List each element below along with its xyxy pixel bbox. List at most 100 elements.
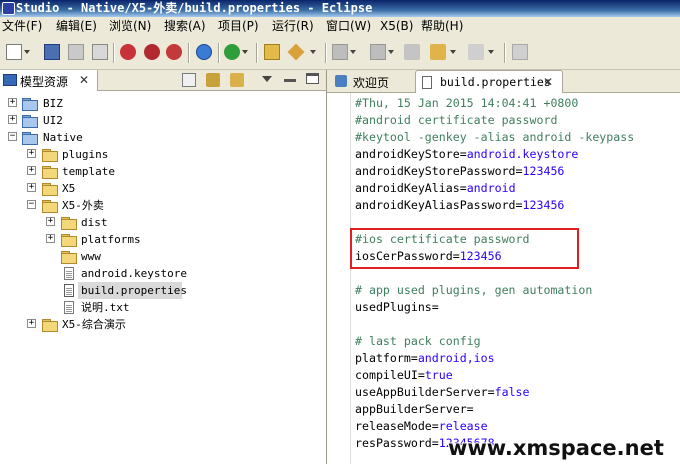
text-file-icon (64, 301, 74, 314)
watermark-text: www.xmspace.net (448, 436, 664, 460)
chevron-down-icon[interactable] (388, 50, 394, 54)
open-folder-icon[interactable] (264, 44, 280, 60)
maximize-icon[interactable] (306, 73, 319, 84)
menu-window[interactable]: 窗口(W) (326, 17, 371, 36)
expand-icon[interactable]: + (27, 183, 36, 192)
code-line: #android certificate password (355, 113, 558, 127)
tab-welcome[interactable]: 欢迎页 (329, 70, 413, 93)
tree-label: android.keystore (81, 267, 187, 280)
tree-label: Native (43, 131, 83, 144)
minimize-icon[interactable] (284, 79, 296, 82)
tree-label: X5-外卖 (62, 199, 104, 212)
expand-icon[interactable]: + (27, 319, 36, 328)
back-arrow-icon[interactable] (430, 44, 446, 60)
prev-annotation-icon[interactable] (370, 44, 386, 60)
code-line: platform=android,ios (355, 351, 495, 365)
collapse-icon[interactable]: − (27, 200, 36, 209)
code-line: # last pack config (355, 334, 481, 348)
run-server-icon[interactable] (196, 44, 212, 60)
chevron-down-icon[interactable] (310, 50, 316, 54)
chevron-down-icon[interactable] (242, 50, 248, 54)
properties-file-icon (64, 284, 74, 297)
collapse-icon[interactable]: − (8, 132, 17, 141)
bug-icon[interactable] (120, 44, 136, 60)
tree-label: X5-综合演示 (62, 318, 126, 331)
tree-label: template (62, 165, 115, 178)
menu-help[interactable]: 帮助(H) (421, 17, 463, 36)
next-annotation-icon[interactable] (332, 44, 348, 60)
toolbar-separator (113, 43, 115, 63)
close-icon[interactable]: ✕ (79, 74, 89, 86)
properties-file-icon (422, 76, 432, 89)
menu-x5[interactable]: X5(B) (380, 17, 413, 36)
debug-icon[interactable] (144, 44, 160, 60)
chevron-down-icon[interactable] (350, 50, 356, 54)
menu-file[interactable]: 文件(F) (2, 17, 42, 36)
menu-search[interactable]: 搜索(A) (164, 17, 206, 36)
tree-label: www (81, 250, 101, 263)
tab-model-resources[interactable]: 模型资源 ✕ (0, 70, 98, 91)
new-icon[interactable] (6, 44, 22, 60)
expand-icon[interactable]: + (46, 234, 55, 243)
code-line: androidKeyStore=android.keystore (355, 147, 579, 161)
expand-icon[interactable]: + (8, 115, 17, 124)
main-toolbar (0, 36, 680, 70)
tree-label: plugins (62, 148, 109, 161)
tab-label: 欢迎页 (353, 76, 390, 90)
tree-label: dist (81, 216, 108, 229)
expand-icon[interactable]: + (27, 166, 36, 175)
folder-icon (42, 200, 58, 213)
folder-icon (61, 217, 77, 230)
folder-icon (42, 149, 58, 162)
expand-icon[interactable]: + (46, 217, 55, 226)
project-folder-icon (22, 115, 38, 128)
run-icon[interactable] (224, 44, 240, 60)
menu-run[interactable]: 运行(R) (272, 17, 314, 36)
pin-icon[interactable] (512, 44, 528, 60)
window-title: Studio - Native/X5-外卖/build.properties -… (16, 1, 373, 15)
chevron-down-icon[interactable] (488, 50, 494, 54)
sync-icon[interactable] (230, 73, 244, 87)
project-folder-icon (22, 132, 38, 145)
folder-icon (61, 234, 77, 247)
title-bar: Studio - Native/X5-外卖/build.properties -… (0, 0, 680, 17)
view-menu-icon[interactable] (262, 76, 272, 82)
editor-tabs: 欢迎页 build.properties ✕ (327, 70, 680, 93)
menu-edit[interactable]: 编辑(E) (56, 17, 97, 36)
collapse-all-icon[interactable] (182, 73, 196, 87)
model-resources-view: 模型资源 ✕ + BIZ + UI2 − Native + plugins + … (0, 70, 327, 464)
tree-label: build.properties (81, 284, 187, 297)
resource-tree: + BIZ + UI2 − Native + plugins + templat… (0, 91, 326, 464)
highlight-annotation (350, 228, 579, 269)
forward-arrow-icon[interactable] (468, 44, 484, 60)
close-icon[interactable]: ✕ (543, 76, 553, 88)
menu-project[interactable]: 项目(P) (218, 17, 259, 36)
expand-icon[interactable]: + (8, 98, 17, 107)
view-header: 模型资源 ✕ (0, 70, 326, 91)
tree-label: X5 (62, 182, 76, 195)
code-line: androidKeyAlias=android (355, 181, 516, 195)
print-icon[interactable] (92, 44, 108, 60)
menu-navigate[interactable]: 浏览(N) (109, 17, 151, 36)
skip-icon[interactable] (166, 44, 182, 60)
toolbar-separator (325, 43, 327, 63)
editor-gutter (327, 93, 351, 464)
chevron-down-icon[interactable] (24, 50, 30, 54)
expand-icon[interactable]: + (27, 149, 36, 158)
link-with-editor-icon[interactable] (206, 73, 220, 87)
file-icon (64, 267, 74, 280)
pencil-icon[interactable] (287, 43, 305, 61)
tab-label: 模型资源 (20, 75, 69, 89)
tree-node-selected[interactable]: build.properties (64, 282, 187, 299)
tree-label: 说明.txt (81, 301, 130, 314)
resources-view-icon (3, 74, 17, 86)
toolbar-separator (188, 43, 190, 63)
tab-build-properties[interactable]: build.properties ✕ (415, 70, 563, 93)
code-line: appBuilderServer= (355, 402, 474, 416)
save-icon[interactable] (44, 44, 60, 60)
app-icon (2, 2, 15, 15)
chevron-down-icon[interactable] (450, 50, 456, 54)
save-all-icon[interactable] (68, 44, 84, 60)
last-edit-icon[interactable] (404, 44, 420, 60)
folder-icon (42, 319, 58, 332)
